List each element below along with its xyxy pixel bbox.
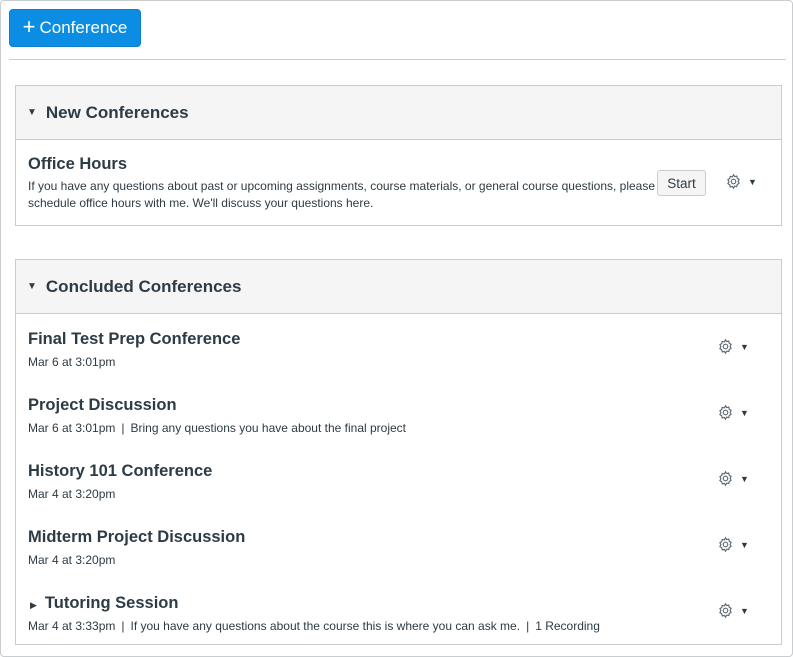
chevron-down-icon: ▼: [740, 539, 749, 550]
meta-separator: |: [121, 619, 125, 633]
gear-icon: [719, 602, 732, 619]
concluded-conferences-header[interactable]: ▼ Concluded Conferences: [16, 260, 781, 314]
meta-separator: |: [121, 421, 125, 435]
conference-meta: Mar 4 at 3:20pm: [28, 486, 781, 503]
conference-date: Mar 6 at 3:01pm: [28, 355, 116, 369]
conference-settings-menu[interactable]: ▼: [717, 338, 749, 355]
conference-title-toggle[interactable]: ▶ Tutoring Session: [28, 594, 781, 613]
conference-title[interactable]: Tutoring Session: [45, 594, 179, 612]
conference-title[interactable]: Midterm Project Discussion: [28, 528, 781, 547]
new-conferences-section: ▼ New Conferences Office Hours If you ha…: [15, 85, 782, 226]
conference-row: History 101 Conference Mar 4 at 3:20pm ▼: [16, 446, 781, 512]
conference-row: Final Test Prep Conference Mar 6 at 3:01…: [16, 314, 781, 380]
gear-icon: [719, 404, 732, 421]
conference-description: Bring any questions you have about the f…: [130, 421, 407, 435]
plus-icon: +: [22, 14, 36, 39]
collapse-caret-icon: ▼: [27, 107, 37, 118]
conference-meta: Mar 6 at 3:01pm: [28, 354, 781, 371]
gear-icon: [727, 173, 740, 190]
conference-settings-menu[interactable]: ▼: [717, 404, 749, 421]
meta-separator: |: [526, 619, 530, 633]
conference-meta: Mar 4 at 3:20pm: [28, 552, 781, 569]
chevron-down-icon: ▼: [740, 407, 749, 418]
section-title: Concluded Conferences: [45, 276, 242, 296]
conference-title[interactable]: Project Discussion: [28, 396, 781, 415]
conference-meta: Mar 6 at 3:01pm | Bring any questions you …: [28, 420, 781, 437]
concluded-conferences-section: ▼ Concluded Conferences Final Test Prep …: [15, 259, 782, 645]
gear-icon: [719, 470, 732, 487]
conference-settings-menu[interactable]: ▼: [717, 470, 749, 487]
description-line: If you have any questions about past or …: [28, 179, 656, 193]
chevron-down-icon: ▼: [740, 605, 749, 616]
conference-description: If you have any questions about the cour…: [130, 619, 521, 633]
conference-date: Mar 4 at 3:20pm: [28, 487, 116, 501]
start-conference-button[interactable]: Start: [657, 170, 706, 196]
conference-settings-menu[interactable]: ▼: [725, 173, 757, 190]
conference-settings-menu[interactable]: ▼: [717, 602, 749, 619]
conference-title[interactable]: Final Test Prep Conference: [28, 330, 781, 349]
conference-date: Mar 6 at 3:01pm: [28, 421, 116, 435]
description-line: schedule office hours with me. We'll dis…: [28, 196, 374, 210]
new-conferences-header[interactable]: ▼ New Conferences: [16, 86, 781, 140]
gear-icon: [719, 536, 732, 553]
add-conference-label: Conference: [39, 18, 128, 37]
conference-row: Office Hours If you have any questions a…: [16, 140, 781, 226]
add-conference-button[interactable]: + Conference: [9, 9, 141, 47]
conference-row: Project Discussion Mar 6 at 3:01pm | Bring…: [16, 380, 781, 446]
conference-row: Midterm Project Discussion Mar 4 at 3:20…: [16, 512, 781, 578]
collapse-caret-icon: ▼: [27, 281, 37, 292]
expand-caret-icon[interactable]: ▶: [30, 600, 37, 610]
recording-count: 1 Recording: [535, 619, 600, 633]
chevron-down-icon: ▼: [748, 176, 757, 187]
gear-icon: [719, 338, 732, 355]
conference-row: ▶ Tutoring Session Mar 4 at 3:33pm | If you…: [16, 578, 781, 644]
chevron-down-icon: ▼: [740, 341, 749, 352]
conference-settings-menu[interactable]: ▼: [717, 536, 749, 553]
conference-date: Mar 4 at 3:33pm: [28, 619, 116, 633]
section-title: New Conferences: [45, 102, 189, 122]
conference-meta: Mar 4 at 3:33pm | If you have any question…: [28, 618, 781, 635]
toolbar-divider: [9, 59, 786, 60]
conference-date: Mar 4 at 3:20pm: [28, 553, 116, 567]
chevron-down-icon: ▼: [740, 473, 749, 484]
conference-title[interactable]: History 101 Conference: [28, 462, 781, 481]
